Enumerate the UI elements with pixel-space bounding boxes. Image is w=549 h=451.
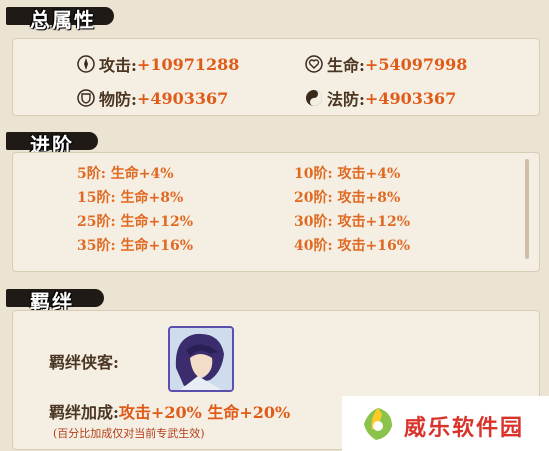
advance-card: 5阶: 生命+4% 10阶: 攻击+4% 15阶: 生命+8% 20阶: 攻击+… — [12, 152, 540, 272]
tier-item: 5阶: 生命+4% — [77, 166, 174, 182]
watermark-logo-icon — [364, 408, 392, 440]
physical-defense-value: +4903367 — [136, 88, 229, 108]
physical-defense-label: 物防: — [99, 90, 137, 109]
magic-defense-stat: 法防: +4903367 — [305, 86, 456, 110]
attack-value: +10971288 — [136, 54, 240, 74]
total-attributes-card: 攻击: +10971288 生命: +54097998 物防: +4903367… — [12, 38, 540, 116]
total-attributes-header: 总属性 — [0, 2, 140, 32]
bond-note: (百分比加成仅对当前专武生效) — [53, 427, 205, 440]
heart-icon — [305, 55, 323, 73]
hero-portrait[interactable] — [168, 326, 234, 392]
magic-defense-label: 法防: — [327, 90, 365, 109]
tier-item: 30阶: 攻击+12% — [294, 214, 411, 230]
attack-stat: 攻击: +10971288 — [77, 52, 239, 76]
bond-bonus: 羁绊加成: 攻击+20% 生命+20% — [49, 399, 290, 423]
tier-item: 35阶: 生命+16% — [77, 238, 194, 254]
hp-label: 生命: — [327, 56, 365, 75]
tier-item: 40阶: 攻击+16% — [294, 238, 411, 254]
attack-label: 攻击: — [99, 56, 137, 75]
bond-bonus-value: 攻击+20% 生命+20% — [118, 403, 291, 422]
shield-icon — [77, 89, 95, 107]
advance-header: 进阶 — [0, 127, 140, 157]
bond-header: 羁绊 — [0, 284, 140, 314]
companion-label: 羁绊侠客: — [49, 353, 119, 372]
tier-item: 15阶: 生命+8% — [77, 190, 184, 206]
total-attributes-title: 总属性 — [30, 8, 96, 32]
scrollbar[interactable] — [525, 159, 529, 259]
watermark: 威乐软件园 — [342, 396, 549, 451]
watermark-text: 威乐软件园 — [404, 415, 525, 441]
magic-defense-value: +4903367 — [364, 88, 457, 108]
tier-item: 25阶: 生命+12% — [77, 214, 194, 230]
taiji-icon — [305, 89, 323, 107]
sword-icon — [77, 55, 95, 73]
hp-value: +54097998 — [364, 54, 468, 74]
tier-item: 20阶: 攻击+8% — [294, 190, 401, 206]
hp-stat: 生命: +54097998 — [305, 52, 467, 76]
tier-item: 10阶: 攻击+4% — [294, 166, 401, 182]
bond-bonus-label: 羁绊加成: — [49, 403, 119, 422]
physical-defense-stat: 物防: +4903367 — [77, 86, 228, 110]
